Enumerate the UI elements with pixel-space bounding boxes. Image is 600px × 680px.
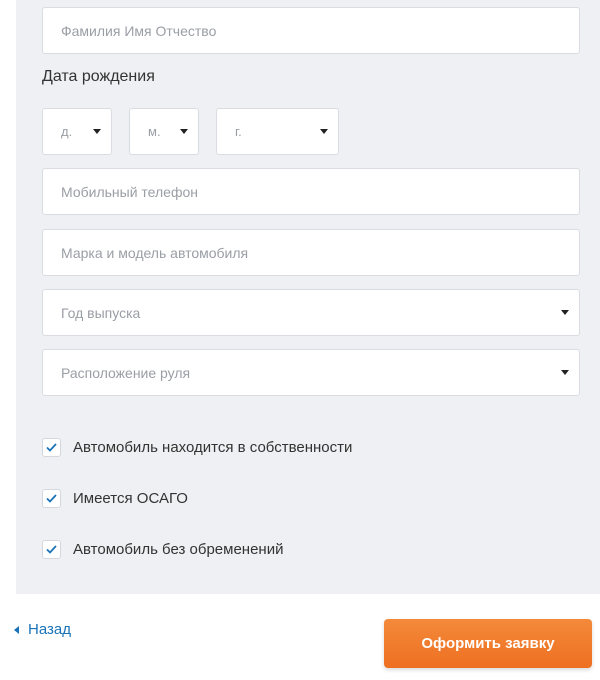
osago-checkbox-row[interactable]: Имеется ОСАГО	[42, 489, 188, 508]
chevron-down-icon	[180, 128, 188, 134]
dob-day-value: д.	[61, 124, 73, 139]
year-select[interactable]: Год выпуска	[42, 289, 580, 336]
chevron-down-icon	[561, 309, 569, 315]
checkmark-icon	[46, 545, 57, 554]
osago-checkbox[interactable]	[42, 489, 61, 508]
chevron-down-icon	[561, 369, 569, 375]
submit-button[interactable]: Оформить заявку	[384, 619, 592, 668]
ownership-checkbox[interactable]	[42, 438, 61, 457]
full-name-input[interactable]: Фамилия Имя Отчество	[42, 7, 580, 54]
osago-label: Имеется ОСАГО	[73, 490, 188, 507]
dob-day-select[interactable]: д.	[42, 108, 112, 155]
steering-select[interactable]: Расположение руля	[42, 349, 580, 396]
dob-year-value: г.	[235, 124, 242, 139]
no-encumbrance-label: Автомобиль без обременений	[73, 541, 284, 558]
no-encumbrance-checkbox-row[interactable]: Автомобиль без обременений	[42, 540, 283, 559]
dob-month-value: м.	[148, 124, 161, 139]
chevron-down-icon	[93, 128, 101, 134]
chevron-down-icon	[320, 128, 328, 134]
car-model-input[interactable]: Марка и модель автомобиля	[42, 229, 580, 276]
back-link[interactable]: Назад	[14, 621, 71, 638]
phone-input[interactable]: Мобильный телефон	[42, 168, 580, 215]
phone-placeholder: Мобильный телефон	[61, 183, 198, 200]
dob-label: Дата рождения	[42, 68, 155, 85]
no-encumbrance-checkbox[interactable]	[42, 540, 61, 559]
full-name-placeholder: Фамилия Имя Отчество	[61, 22, 217, 39]
dob-month-select[interactable]: м.	[129, 108, 199, 155]
year-select-value: Год выпуска	[61, 304, 141, 321]
car-model-placeholder: Марка и модель автомобиля	[61, 244, 249, 261]
dob-year-select[interactable]: г.	[216, 108, 339, 155]
back-label: Назад	[28, 621, 71, 638]
steering-select-value: Расположение руля	[61, 364, 191, 381]
ownership-label: Автомобиль находится в собственности	[73, 439, 353, 456]
ownership-checkbox-row[interactable]: Автомобиль находится в собственности	[42, 438, 352, 457]
checkmark-icon	[46, 443, 57, 452]
chevron-left-icon	[14, 625, 19, 634]
checkmark-icon	[46, 494, 57, 503]
